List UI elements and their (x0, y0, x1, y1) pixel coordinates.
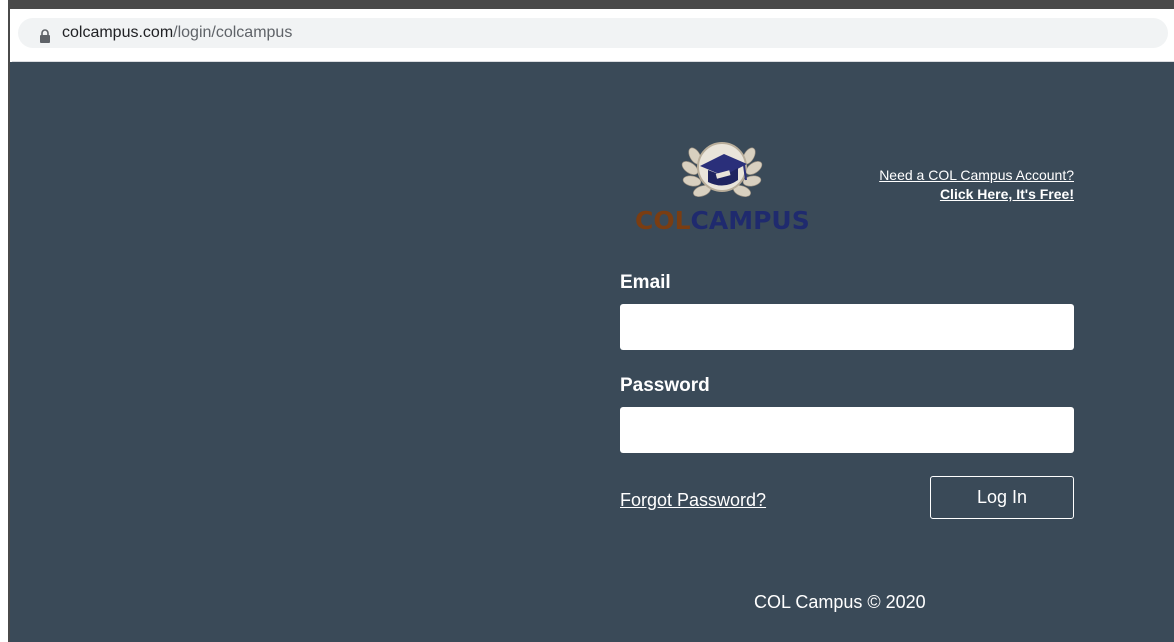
signup-link-line1[interactable]: Need a COL Campus Account? (879, 167, 1074, 183)
email-label: Email (620, 272, 671, 293)
window-frame (0, 0, 10, 642)
signup-prompt: Need a COL Campus Account? Click Here, I… (879, 166, 1074, 204)
signup-link-line2[interactable]: Click Here, It's Free! (940, 186, 1074, 202)
logo-text-col: COL (635, 206, 691, 235)
url-box[interactable]: colcampus.com/login/colcampus (18, 18, 1168, 48)
url-path: /login/colcampus (173, 24, 293, 41)
logo-text-campus: CAMPUS (690, 206, 810, 235)
login-button[interactable]: Log In (930, 476, 1074, 519)
url-text[interactable]: colcampus.com/login/colcampus (62, 24, 292, 42)
lock-icon[interactable] (39, 29, 51, 43)
logo-wordmark: COLCAMPUS (635, 206, 810, 235)
forgot-password-link[interactable]: Forgot Password? (620, 490, 766, 511)
password-field[interactable] (620, 407, 1074, 453)
password-label: Password (620, 375, 710, 396)
url-domain: colcampus.com (62, 24, 174, 41)
colcampus-logo: COLCAMPUS (632, 134, 812, 239)
browser-address-bar: colcampus.com/login/colcampus (12, 9, 1174, 62)
email-field[interactable] (620, 304, 1074, 350)
login-page: COLCAMPUS Need a COL Campus Account? Cli… (10, 62, 1174, 642)
window-top-border (10, 0, 1174, 9)
logo-emblem-icon (681, 142, 763, 197)
footer-copyright: COL Campus © 2020 (754, 592, 926, 612)
